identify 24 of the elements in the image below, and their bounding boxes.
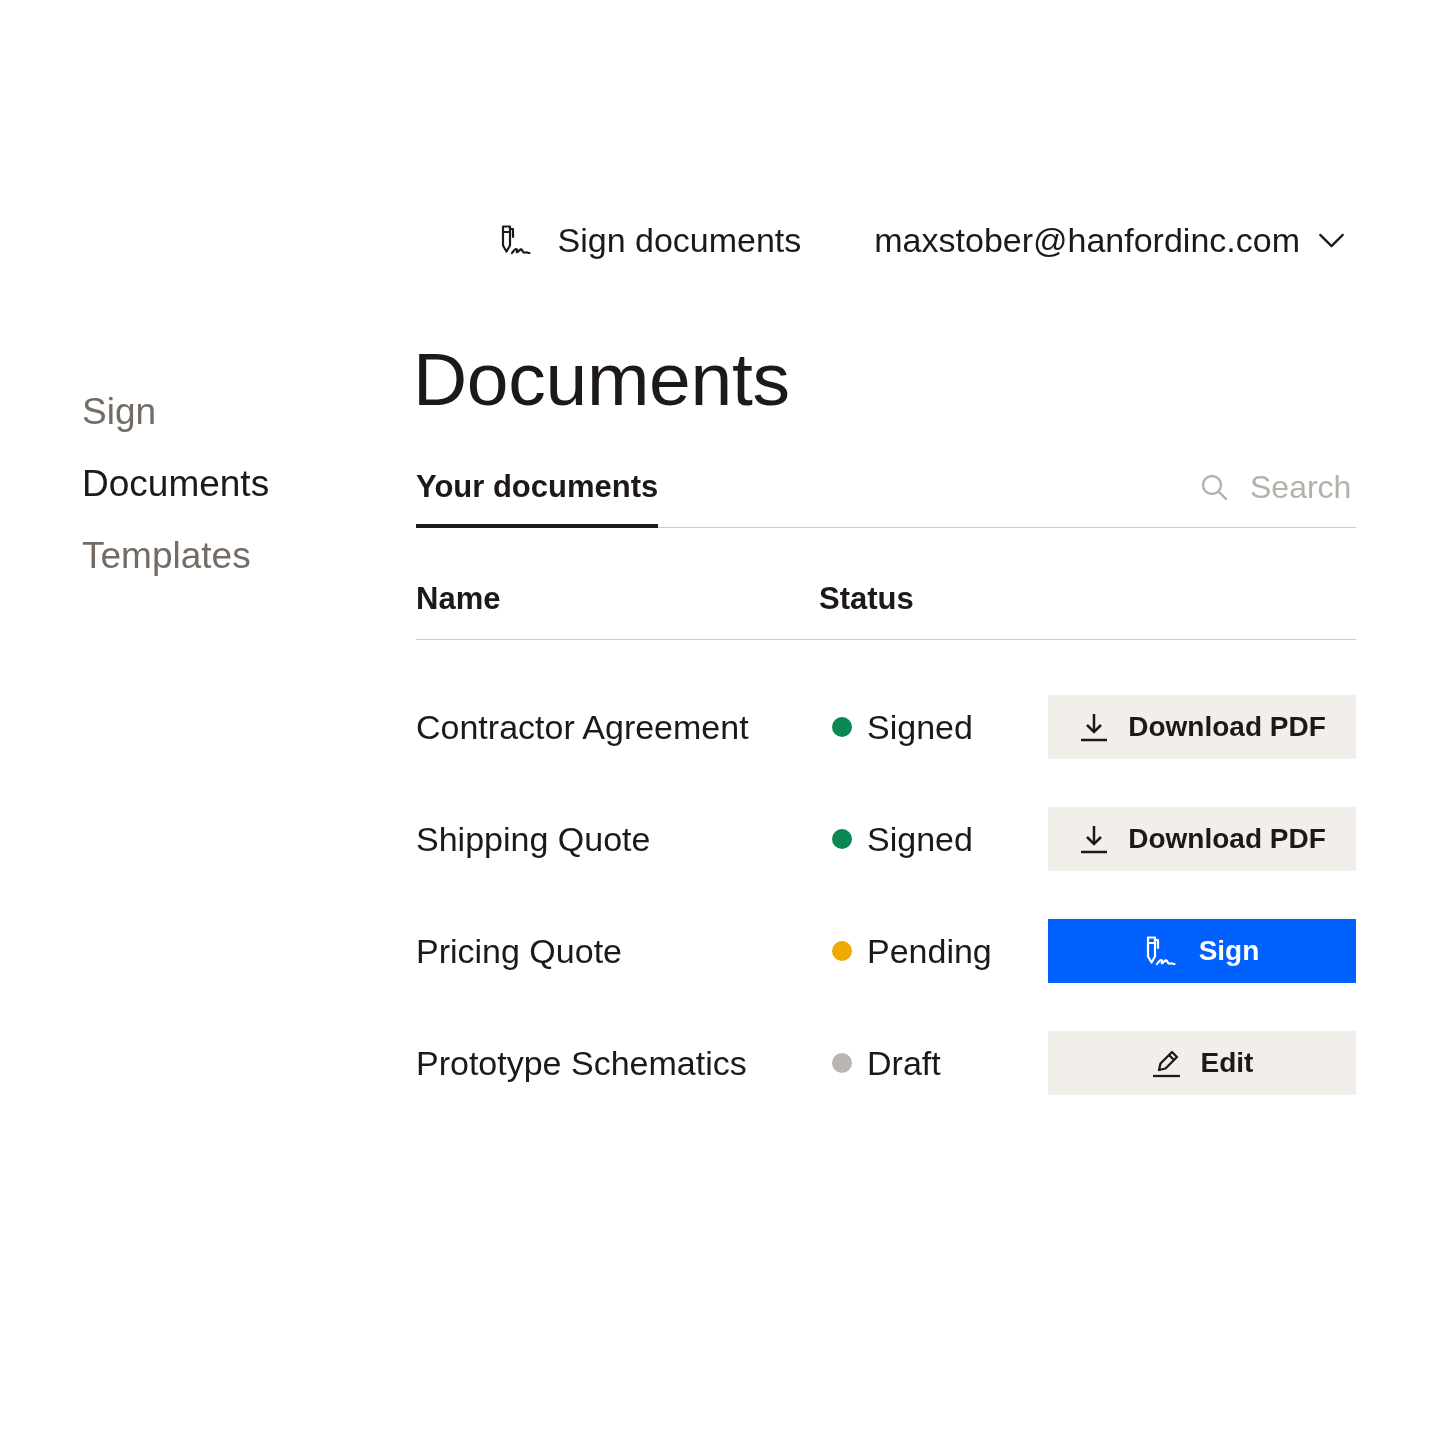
- documents-tab[interactable]: Your documents: [416, 459, 659, 528]
- status-label: Pending: [867, 931, 992, 971]
- sidebar-nav-link[interactable]: Templates: [82, 534, 251, 578]
- edit-button[interactable]: Edit: [1048, 1031, 1356, 1095]
- column-header: Name: [416, 581, 501, 617]
- status-label: Signed: [867, 707, 973, 747]
- status-label: Draft: [867, 1043, 941, 1083]
- sidebar-nav-link[interactable]: Sign: [82, 390, 157, 434]
- sidebar-nav-link[interactable]: Documents: [82, 462, 270, 506]
- column-header: Status: [819, 581, 914, 617]
- search-icon: [1200, 473, 1228, 501]
- download-pdf-button[interactable]: Download PDF: [1048, 807, 1356, 871]
- document-name: Contractor Agreement: [416, 707, 749, 747]
- document-name: Prototype Schematics: [416, 1043, 747, 1083]
- document-name: Shipping Quote: [416, 819, 651, 859]
- sign-button[interactable]: Sign: [1048, 919, 1356, 983]
- status-label: Signed: [867, 819, 973, 859]
- sign-documents-link[interactable]: Sign documents: [500, 218, 802, 262]
- page-title: Documents: [413, 342, 790, 416]
- download-pdf-button[interactable]: Download PDF: [1048, 695, 1356, 759]
- search-field[interactable]: Search: [1250, 469, 1356, 505]
- account-menu-button[interactable]: maxstober@hanfordinc.com: [874, 218, 1345, 262]
- chevron-down-icon: [1318, 232, 1345, 248]
- document-name: Pricing Quote: [416, 931, 622, 971]
